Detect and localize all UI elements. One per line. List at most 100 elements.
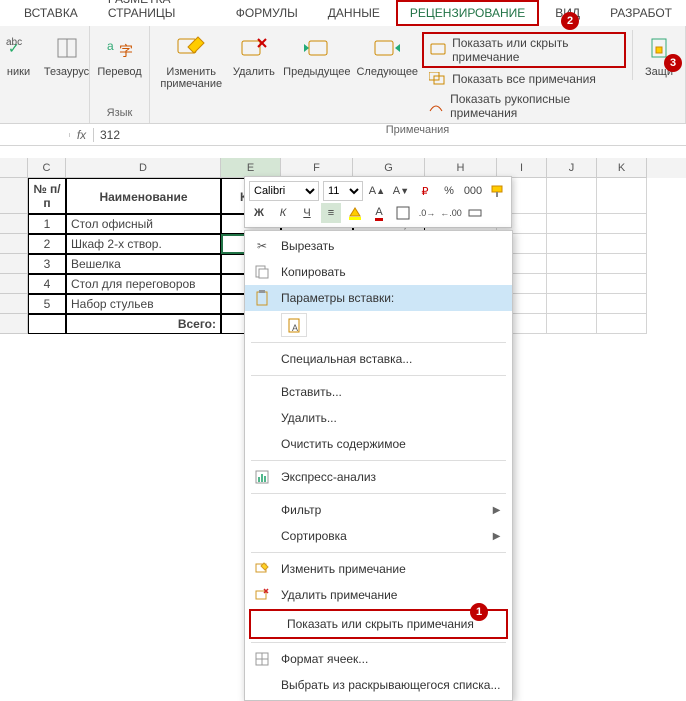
cell[interactable]: Стол для переговоров [66, 274, 221, 294]
group-proofing: ✓abc ники Тезаурус [0, 26, 90, 123]
delete-comment-button[interactable]: Удалить [228, 30, 279, 80]
menu-sort-label: Сортировка [281, 529, 347, 543]
delete-comment-label: Удалить [233, 66, 275, 78]
quick-analysis-icon [253, 468, 271, 486]
tab-review[interactable]: РЕЦЕНЗИРОВАНИЕ [396, 0, 539, 26]
tab-formulas[interactable]: ФОРМУЛЫ [222, 0, 312, 26]
col-J[interactable]: J [547, 158, 597, 178]
comment-next-icon [371, 32, 403, 64]
font-color-icon[interactable]: A [369, 203, 389, 223]
menu-format-cells[interactable]: Формат ячеек... [245, 646, 512, 672]
shrink-font-icon[interactable]: A▼ [391, 181, 411, 201]
fontsize-select[interactable]: 11 [323, 181, 363, 201]
spelling-label: ники [7, 66, 30, 78]
menu-delete[interactable]: Удалить... [245, 405, 512, 431]
thesaurus-button[interactable]: Тезаурус [43, 30, 91, 80]
menu-pick-from-list[interactable]: Выбрать из раскрывающегося списка... [245, 672, 512, 698]
col-C[interactable]: C [28, 158, 66, 178]
row-header[interactable] [0, 274, 28, 294]
italic-button[interactable]: К [273, 203, 293, 223]
decrease-decimal-icon[interactable]: .0→ [417, 203, 437, 223]
menu-paste-options[interactable]: Параметры вставки: [245, 285, 512, 311]
menu-edit-comment-label: Изменить примечание [281, 562, 406, 576]
th-no[interactable]: № п/п [28, 178, 66, 214]
bold-button[interactable]: Ж [249, 203, 269, 223]
merge-icon[interactable] [465, 203, 485, 223]
row-header[interactable] [0, 294, 28, 314]
col-G[interactable]: G [353, 158, 425, 178]
col-I[interactable]: I [497, 158, 547, 178]
show-hide-comment-button[interactable]: Показать или скрыть примечание [422, 32, 626, 68]
row-header[interactable] [0, 254, 28, 274]
increase-decimal-icon[interactable]: ←.00 [441, 203, 461, 223]
comment-edit-icon [253, 560, 271, 578]
menu-format-cells-label: Формат ячеек... [281, 652, 368, 666]
percent-format-icon[interactable]: % [439, 181, 459, 201]
grow-font-icon[interactable]: A▲ [367, 181, 387, 201]
cell[interactable]: 5 [28, 294, 66, 314]
menu-paste-special[interactable]: Специальная вставка... [245, 346, 512, 372]
previous-comment-button[interactable]: Предыдущее [281, 30, 352, 80]
menu-filter[interactable]: Фильтр ▶ [245, 497, 512, 523]
cell[interactable]: Вешелка [66, 254, 221, 274]
tab-pagelayout[interactable]: РАЗМЕТКА СТРАНИЦЫ [94, 0, 220, 26]
menu-sort[interactable]: Сортировка ▶ [245, 523, 512, 549]
font-select[interactable]: Calibri [249, 181, 319, 201]
cell[interactable]: 4 [28, 274, 66, 294]
th-name[interactable]: Наименование [66, 178, 221, 214]
comment-delete-icon [238, 32, 270, 64]
tab-developer[interactable]: РАЗРАБОТ [596, 0, 686, 26]
col-H[interactable]: H [425, 158, 497, 178]
row-header[interactable] [0, 178, 28, 214]
fill-color-icon[interactable] [345, 203, 365, 223]
row-header[interactable] [0, 234, 28, 254]
menu-insert[interactable]: Вставить... [245, 379, 512, 405]
spelling-button[interactable]: ✓abc ники [0, 30, 39, 80]
menu-copy[interactable]: Копировать [245, 259, 512, 285]
menu-delete-comment-label: Удалить примечание [281, 588, 397, 602]
formula-input[interactable]: 312 [94, 126, 686, 144]
underline-button[interactable]: Ч [297, 203, 317, 223]
scissors-icon: ✂ [253, 237, 271, 255]
show-ink-button[interactable]: Показать рукописные примечания [422, 90, 626, 122]
show-all-comments-button[interactable]: Показать все примечания [422, 68, 626, 90]
cell[interactable]: 2 [28, 234, 66, 254]
cell[interactable]: Шкаф 2-х створ. [66, 234, 221, 254]
cell[interactable]: 1 [28, 214, 66, 234]
translate-label: Перевод [97, 66, 141, 78]
next-comment-label: Следующее [356, 66, 418, 78]
cell[interactable]: Стол офисный [66, 214, 221, 234]
group-language: a字 Перевод Язык [90, 26, 150, 123]
thousands-icon[interactable]: 000 [463, 181, 483, 201]
col-D[interactable]: D [66, 158, 221, 178]
fx-button[interactable]: fx [70, 128, 94, 142]
accounting-format-icon[interactable]: ₽ [415, 181, 435, 201]
tab-insert[interactable]: ВСТАВКА [10, 0, 92, 26]
svg-text:a: a [107, 39, 114, 53]
paste-option-default[interactable]: A [281, 313, 307, 337]
row-header[interactable] [0, 314, 28, 334]
tab-data[interactable]: ДАННЫЕ [314, 0, 394, 26]
cell[interactable]: 3 [28, 254, 66, 274]
copy-icon [253, 263, 271, 281]
menu-quick-analysis[interactable]: Экспресс-анализ [245, 464, 512, 490]
borders-icon[interactable] [393, 203, 413, 223]
translate-button[interactable]: a字 Перевод [88, 30, 152, 80]
edit-comment-button[interactable]: Изменить примечание [156, 30, 226, 92]
menu-cut[interactable]: ✂ Вырезать [245, 233, 512, 259]
next-comment-button[interactable]: Следующее [354, 30, 420, 80]
col-F[interactable]: F [281, 158, 353, 178]
cell-total[interactable]: Всего: [66, 314, 221, 334]
col-E[interactable]: E [221, 158, 281, 178]
name-box[interactable] [0, 133, 70, 137]
row-header[interactable] [0, 214, 28, 234]
menu-edit-comment[interactable]: Изменить примечание [245, 556, 512, 582]
cell[interactable]: Набор стульев [66, 294, 221, 314]
align-center-icon[interactable]: ≡ [321, 203, 341, 223]
group-comments: Изменить примечание Удалить Предыдущее С… [150, 26, 686, 123]
formula-bar: fx 312 [0, 124, 686, 146]
menu-clear[interactable]: Очистить содержимое [245, 431, 512, 457]
format-cells-icon [253, 650, 271, 668]
format-painter-icon[interactable] [487, 181, 507, 201]
col-K[interactable]: K [597, 158, 647, 178]
